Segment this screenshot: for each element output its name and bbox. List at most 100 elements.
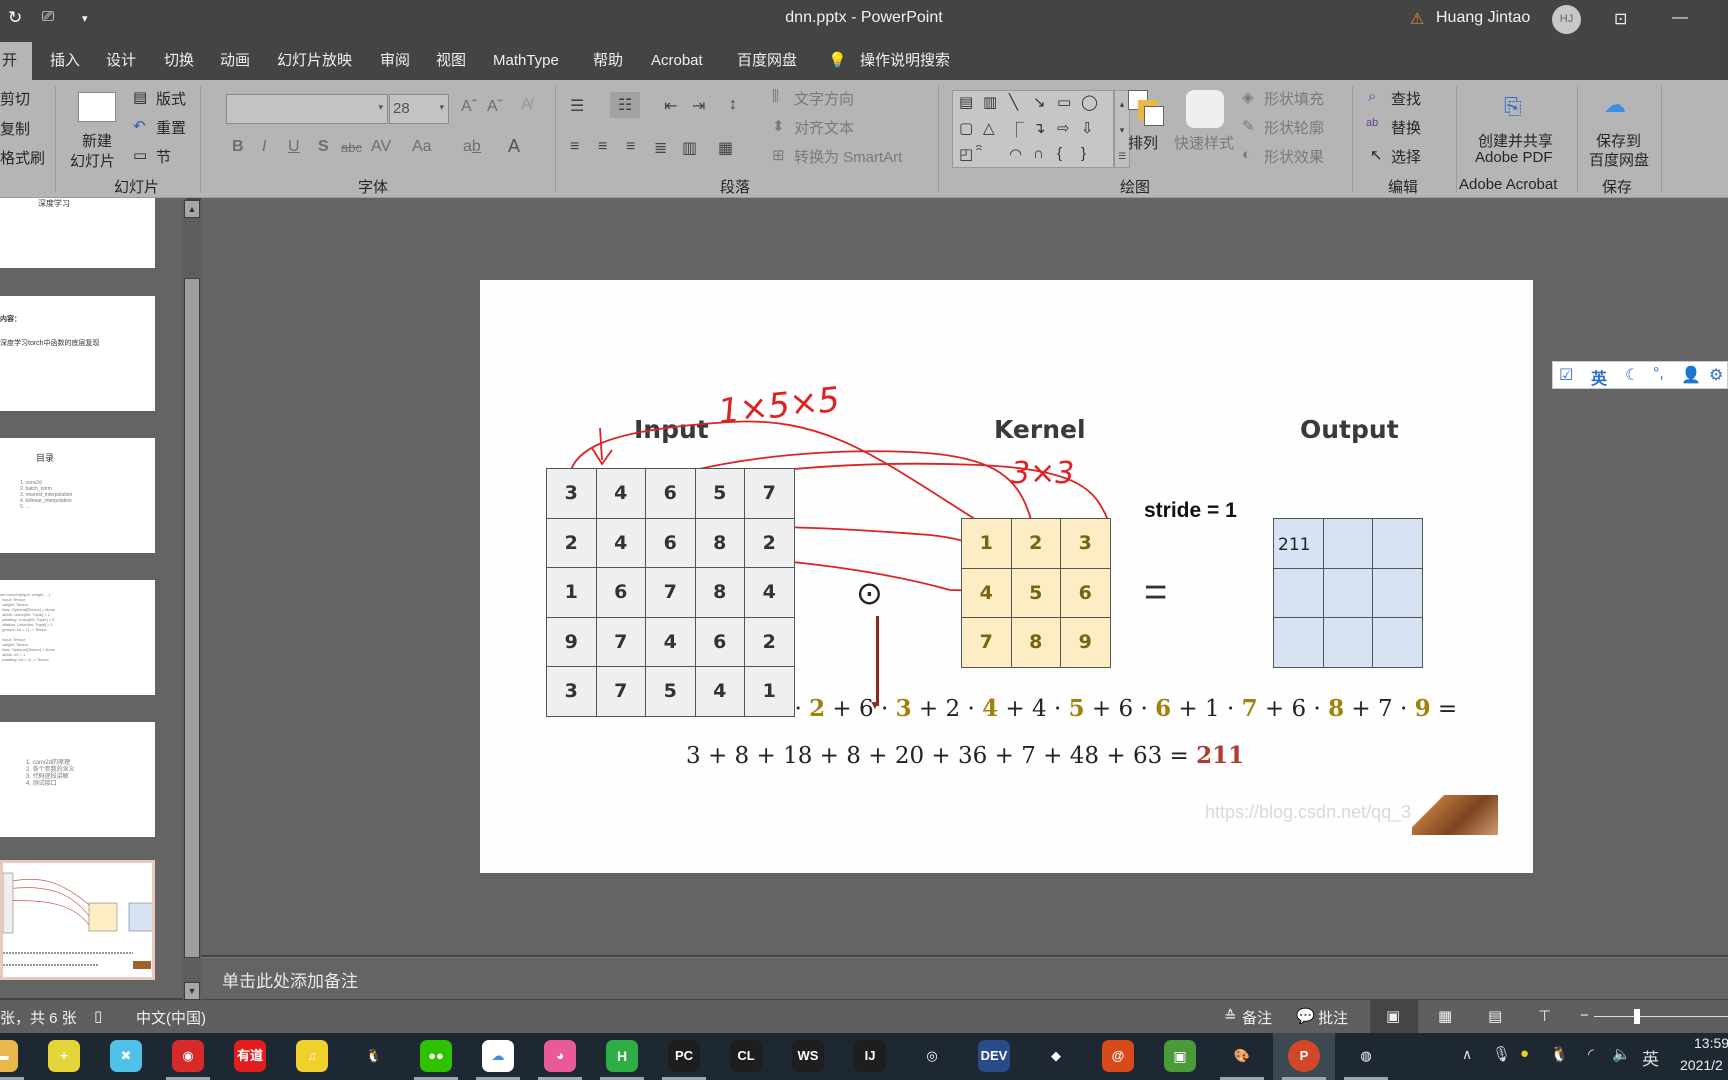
slide-thumbnail-1[interactable]: 深度学习: [0, 198, 155, 268]
shape-fill-button[interactable]: 形状填充: [1264, 88, 1324, 109]
bold-button[interactable]: B: [232, 138, 244, 156]
slide-sorter-icon[interactable]: ▦: [1438, 1007, 1452, 1025]
reset-icon[interactable]: ↶: [133, 117, 146, 135]
shapes-gallery[interactable]: ▤ ▥ ╲ ↘ ▭ ◯ ▢ △ ⎾ ↴ ⇨ ⇩ ◰ ꩰ ◠ ∩ { }: [952, 90, 1114, 168]
create-share-pdf-line2[interactable]: Adobe PDF: [1475, 149, 1553, 166]
arrange-button[interactable]: 排列: [1128, 132, 1158, 153]
replace-button[interactable]: 替换: [1391, 117, 1421, 138]
tray-wifi-icon[interactable]: ◜: [1588, 1045, 1594, 1063]
underline-button[interactable]: U: [288, 138, 300, 156]
scroll-down-icon[interactable]: ▼: [184, 982, 200, 1000]
tab-review[interactable]: 审阅: [378, 42, 412, 80]
taskbar-devcpp-icon[interactable]: DEV: [978, 1040, 1010, 1072]
notes-toggle-icon[interactable]: ≙: [1224, 1007, 1237, 1025]
slide-canvas[interactable]: Input Kernel Output ⊙ ▼ = stride = 1 1×5…: [480, 280, 1533, 873]
italic-button[interactable]: I: [262, 138, 266, 156]
taskbar-paint-icon[interactable]: 🎨: [1226, 1040, 1258, 1072]
thumbnail-scrollbar[interactable]: ▲ ▼: [183, 200, 201, 1000]
copy-button[interactable]: 复制: [0, 118, 30, 139]
taskbar-webstorm-icon[interactable]: WS: [792, 1040, 824, 1072]
text-shadow-button[interactable]: S: [318, 138, 329, 156]
tab-design[interactable]: 设计: [104, 42, 138, 80]
taskbar-file-explorer-icon[interactable]: ▬: [0, 1040, 18, 1072]
shape-fill-icon[interactable]: ◈: [1242, 88, 1254, 106]
new-slide-dropdown[interactable]: 幻灯片: [70, 150, 115, 171]
save-baidu-line2[interactable]: 百度网盘: [1589, 149, 1649, 170]
accessibility-icon[interactable]: ▯: [94, 1007, 102, 1025]
taskbar-app-grid-icon[interactable]: ✖: [110, 1040, 142, 1072]
taskbar-spiral-app-icon[interactable]: @: [1102, 1040, 1134, 1072]
tray-qq-icon[interactable]: 🐧: [1550, 1045, 1569, 1063]
cut-button[interactable]: 剪切: [0, 88, 30, 109]
decrease-indent-icon[interactable]: ⇤: [664, 96, 677, 116]
taskbar-360-security-icon[interactable]: +: [48, 1040, 80, 1072]
comments-toggle[interactable]: 批注: [1318, 1007, 1348, 1028]
slide-thumbnail-4[interactable]: def conv2d(input, weight, ...) input: Te…: [0, 580, 155, 695]
tab-help[interactable]: 帮助: [591, 42, 625, 80]
align-text-button[interactable]: 对齐文本: [794, 117, 854, 138]
tab-acrobat[interactable]: Acrobat: [649, 42, 705, 80]
tab-animations[interactable]: 动画: [218, 42, 252, 80]
taskbar-qq-music-icon[interactable]: ♫: [296, 1040, 328, 1072]
font-name-input[interactable]: ▾: [226, 94, 388, 124]
tab-transitions[interactable]: 切换: [162, 42, 196, 80]
highlight-icon[interactable]: ab̲: [463, 138, 481, 156]
align-left-icon[interactable]: ≡: [570, 138, 579, 156]
smartart-icon[interactable]: ⊞: [772, 146, 785, 164]
slideshow-view-icon[interactable]: ⊤: [1538, 1007, 1551, 1025]
scroll-up-icon[interactable]: ▲: [184, 200, 200, 218]
tray-ime-indicator[interactable]: 英: [1642, 1045, 1659, 1070]
ime-punctuation-icon[interactable]: °,: [1653, 365, 1664, 383]
strikethrough-button[interactable]: abc: [341, 140, 362, 155]
shape-effects-icon[interactable]: ◐: [1242, 146, 1251, 163]
clock-time[interactable]: 13:59: [1694, 1035, 1728, 1051]
normal-view-button[interactable]: ▣: [1370, 1000, 1418, 1033]
taskbar-intellij-icon[interactable]: IJ: [854, 1040, 886, 1072]
format-painter-button[interactable]: 格式刷: [0, 147, 45, 168]
taskbar-git-tool-icon[interactable]: ◆: [1040, 1040, 1072, 1072]
tab-mathtype[interactable]: MathType: [491, 42, 561, 80]
taskbar-qq-icon[interactable]: 🐧: [358, 1040, 390, 1072]
increase-font-icon[interactable]: Aˆ: [461, 98, 477, 116]
taskbar-youdao-icon[interactable]: 有道: [234, 1040, 266, 1072]
find-button[interactable]: 查找: [1391, 88, 1421, 109]
taskbar-wechat-icon[interactable]: ●●: [420, 1040, 452, 1072]
tray-volume-icon[interactable]: 🔈: [1612, 1045, 1631, 1063]
zoom-out-icon[interactable]: −: [1580, 1007, 1589, 1024]
find-icon[interactable]: ⌕: [1368, 88, 1376, 105]
justify-icon[interactable]: ≣: [654, 138, 667, 158]
comments-icon[interactable]: 💬: [1296, 1007, 1315, 1025]
align-right-icon[interactable]: ≡: [626, 138, 635, 156]
increase-indent-icon[interactable]: ⇥: [692, 96, 705, 116]
tray-overflow-icon[interactable]: ∧: [1462, 1046, 1472, 1063]
text-direction-icon[interactable]: ⫼: [772, 88, 779, 105]
ribbon-display-options-icon[interactable]: ⊡: [1614, 9, 1627, 29]
reading-view-icon[interactable]: ▤: [1488, 1007, 1502, 1025]
taskbar-clion-icon[interactable]: CL: [730, 1040, 762, 1072]
language-status[interactable]: 中文(中国): [136, 1007, 206, 1028]
taskbar-hbuilder-icon[interactable]: H: [606, 1040, 638, 1072]
taskbar-pycharm-icon[interactable]: PC: [668, 1040, 700, 1072]
baidu-netdisk-icon[interactable]: ☁: [1604, 92, 1626, 118]
select-cursor-icon[interactable]: ↖: [1370, 146, 1383, 164]
shape-outline-button[interactable]: 形状轮廓: [1264, 117, 1324, 138]
create-pdf-icon[interactable]: ⎘: [1504, 94, 1522, 120]
font-size-input[interactable]: 28 ▾: [389, 94, 449, 124]
slide-thumbnail-6-selected[interactable]: [0, 860, 155, 980]
notes-toggle[interactable]: 备注: [1242, 1007, 1272, 1028]
char-spacing-button[interactable]: AV: [371, 138, 391, 156]
slide-thumbnail-3[interactable]: 目录 1. conv2d 2. batch_norm 3. nearest_in…: [0, 438, 155, 553]
bullets-icon[interactable]: ☰: [570, 96, 584, 116]
create-share-pdf-line1[interactable]: 创建并共享: [1478, 130, 1553, 151]
font-color-button[interactable]: A: [508, 136, 520, 157]
tray-mic-icon[interactable]: 🎙: [1492, 1045, 1511, 1063]
ime-halfwidth-icon[interactable]: ☾: [1625, 365, 1639, 385]
tab-slideshow[interactable]: 幻灯片放映: [275, 42, 354, 80]
shape-effects-button[interactable]: 形状效果: [1264, 146, 1324, 167]
taskbar-powerpoint-icon[interactable]: P: [1288, 1040, 1320, 1072]
user-name[interactable]: Huang Jintao: [1436, 9, 1530, 27]
taskbar-baidu-netdisk-icon[interactable]: ☁: [482, 1040, 514, 1072]
new-slide-icon[interactable]: [78, 92, 116, 122]
taskbar-colorful-app-icon[interactable]: ◕: [544, 1040, 576, 1072]
change-case-button[interactable]: Aa: [412, 138, 432, 156]
